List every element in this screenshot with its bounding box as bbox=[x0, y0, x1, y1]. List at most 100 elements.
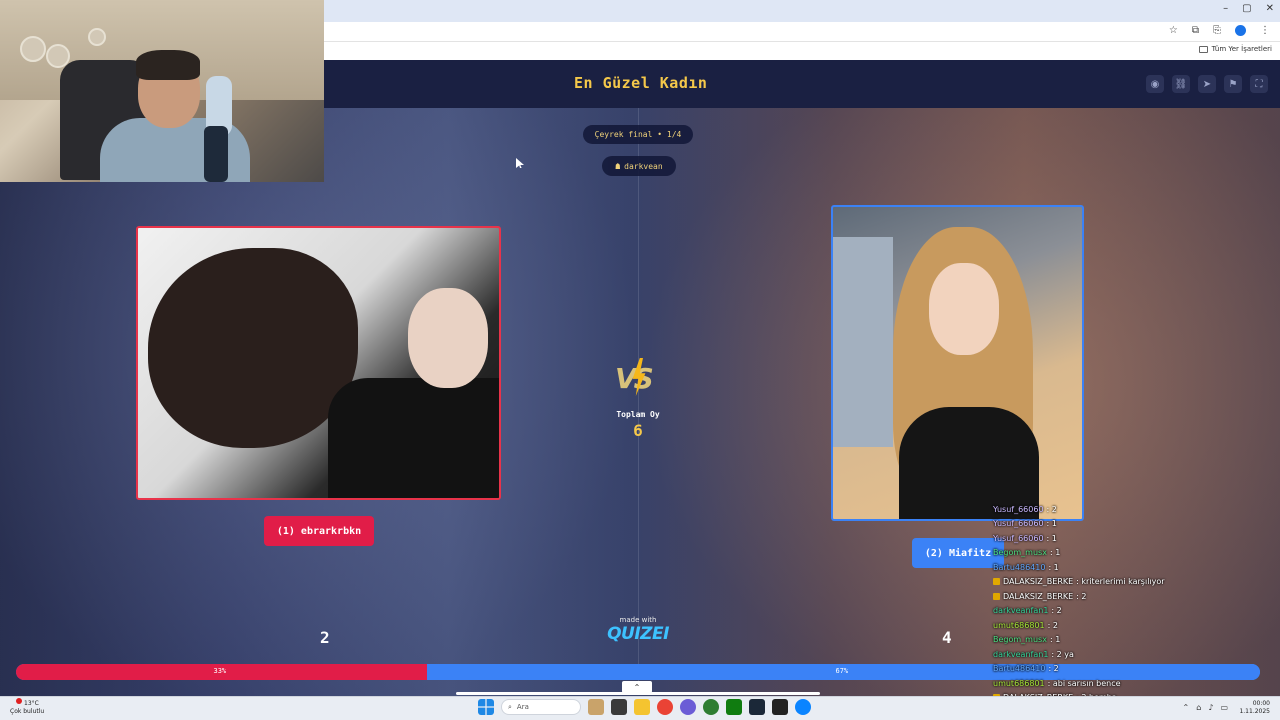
chat-message: Begom_musx: 1 bbox=[993, 546, 1173, 561]
center-divider bbox=[638, 108, 639, 688]
chat-username[interactable]: darkveanfan1 bbox=[993, 650, 1048, 659]
maximize-button[interactable]: ▢ bbox=[1242, 3, 1251, 14]
profile-avatar[interactable] bbox=[1235, 25, 1246, 36]
bookmark-star-icon[interactable]: ☆ bbox=[1169, 25, 1178, 36]
chat-text: : 2 ya bbox=[1051, 649, 1074, 659]
all-bookmarks-button[interactable]: Tüm Yer İşaretleri bbox=[1198, 45, 1272, 53]
weather-temp: 13°C bbox=[24, 700, 39, 707]
clock-date: 1.11.2025 bbox=[1239, 708, 1270, 715]
chat-username[interactable]: Yusuf_66060 bbox=[993, 534, 1044, 543]
chat-message: Bartu486410: 2 bbox=[993, 662, 1173, 677]
score-right: 4 bbox=[942, 628, 952, 647]
chat-text: : 2 bbox=[1048, 664, 1059, 674]
chat-username[interactable]: Begom_musx bbox=[993, 635, 1047, 644]
browser-titlebar: – ▢ ✕ bbox=[324, 0, 1280, 22]
subscriber-badge-icon bbox=[993, 592, 1000, 600]
chat-username[interactable]: Yusuf_66060 bbox=[993, 519, 1044, 528]
chat-username[interactable]: DALAKSIZ_BERKE bbox=[1003, 592, 1073, 601]
chat-message: Bartu486410: 1 bbox=[993, 560, 1173, 575]
chrome-icon[interactable] bbox=[657, 699, 673, 715]
clock[interactable]: 00:00 1.11.2025 bbox=[1239, 700, 1270, 716]
chat-username[interactable]: umut686801 bbox=[993, 679, 1045, 688]
eye-icon[interactable]: ◉ bbox=[1146, 75, 1164, 93]
chat-text: : 2 bbox=[1047, 620, 1058, 630]
quizei-logo[interactable]: QUIZEI bbox=[604, 624, 672, 644]
address-bar[interactable]: ☆ ⧉ ⎘ ⋮ bbox=[324, 22, 1280, 42]
photo-window bbox=[833, 237, 893, 447]
file-explorer-icon[interactable] bbox=[634, 699, 650, 715]
task-view-icon[interactable] bbox=[611, 699, 627, 715]
battery-icon[interactable]: ▭ bbox=[1220, 703, 1228, 712]
menu-kebab-icon[interactable]: ⋮ bbox=[1260, 25, 1270, 36]
microphone bbox=[204, 126, 228, 182]
send-icon[interactable]: ➤ bbox=[1198, 75, 1216, 93]
widgets-icon[interactable] bbox=[588, 699, 604, 715]
author-badge[interactable]: ☗ darkvean bbox=[602, 156, 676, 176]
chat-username[interactable]: Bartu486410 bbox=[993, 664, 1045, 673]
xbox-icon[interactable] bbox=[726, 699, 742, 715]
vote-percent-left: 33% bbox=[213, 667, 227, 675]
subscriber-badge-icon bbox=[993, 578, 1000, 586]
chevron-up-icon[interactable]: ⌃ bbox=[622, 681, 652, 693]
clock-time: 00:00 bbox=[1252, 700, 1270, 707]
app-header bbox=[324, 60, 1280, 108]
link-icon[interactable]: ⛓ bbox=[1172, 75, 1190, 93]
chat-message: DALAKSIZ_BERKE: 2 bbox=[993, 589, 1173, 604]
chat-text: : 2 bbox=[1046, 504, 1057, 514]
cast-icon[interactable]: ⎘ bbox=[1213, 25, 1221, 36]
window-controls: – ▢ ✕ bbox=[1223, 3, 1274, 14]
chat-text: : 1 bbox=[1046, 519, 1057, 529]
chat-text: : 1 bbox=[1048, 562, 1059, 572]
chat-text: : 1 bbox=[1046, 533, 1057, 543]
wall-decor-circle bbox=[20, 36, 46, 62]
chat-username[interactable]: darkveanfan1 bbox=[993, 606, 1048, 615]
chat-message: Yusuf_66060: 2 bbox=[993, 502, 1173, 517]
chat-username[interactable]: Bartu486410 bbox=[993, 563, 1045, 572]
steam-icon[interactable] bbox=[749, 699, 765, 715]
search-placeholder: Ara bbox=[516, 703, 529, 711]
chat-username[interactable]: DALAKSIZ_BERKE bbox=[1003, 577, 1073, 586]
chat-message: darkveanfan1: 2 bbox=[993, 604, 1173, 619]
bookmarks-bar: Tüm Yer İşaretleri bbox=[324, 42, 1280, 60]
chat-text: : 1 bbox=[1049, 635, 1061, 645]
epic-games-icon[interactable] bbox=[772, 699, 788, 715]
flag-icon[interactable]: ⚑ bbox=[1224, 75, 1242, 93]
chat-text: : kriterlerimi karşılıyor bbox=[1076, 577, 1165, 587]
chat-text: : 1 bbox=[1049, 548, 1061, 558]
chat-message: Begom_musx: 1 bbox=[993, 633, 1173, 648]
chat-message: DALAKSIZ_BERKE: kriterlerimi karşılıyor bbox=[993, 575, 1173, 590]
edge-icon[interactable] bbox=[795, 699, 811, 715]
author-name: darkvean bbox=[624, 161, 663, 171]
weather-widget[interactable]: 13°C Çok bulutlu bbox=[10, 700, 44, 716]
contestant-left-image[interactable] bbox=[136, 226, 501, 500]
chat-message: umut686801: abi sarısın bence bbox=[993, 676, 1173, 691]
obs-icon[interactable] bbox=[703, 699, 719, 715]
contestant-right-image[interactable] bbox=[831, 205, 1084, 521]
network-icon[interactable]: ⌂ bbox=[1196, 703, 1201, 712]
round-badge: Çeyrek final • 1/4 bbox=[583, 125, 693, 144]
taskbar-apps: ⌕ Ara bbox=[478, 699, 811, 715]
chat-username[interactable]: Begom_musx bbox=[993, 548, 1047, 557]
fullscreen-icon[interactable]: ⛶ bbox=[1250, 75, 1268, 93]
windows-start-icon[interactable] bbox=[478, 699, 494, 715]
taskbar-search[interactable]: ⌕ Ara bbox=[501, 699, 581, 715]
chat-username[interactable]: umut686801 bbox=[993, 621, 1045, 630]
close-button[interactable]: ✕ bbox=[1266, 3, 1274, 14]
discord-icon[interactable] bbox=[680, 699, 696, 715]
minimize-button[interactable]: – bbox=[1223, 3, 1228, 14]
volume-icon[interactable]: ♪ bbox=[1208, 703, 1213, 712]
weather-desc: Çok bulutlu bbox=[10, 708, 45, 715]
screen: – ▢ ✕ ☆ ⧉ ⎘ ⋮ Tüm Yer İşaretleri En Güze… bbox=[0, 0, 1280, 720]
chat-text: : 2 bbox=[1076, 591, 1087, 601]
contestant-left-button[interactable]: (1) ebrarkrbkn bbox=[264, 516, 374, 546]
extensions-icon[interactable]: ⧉ bbox=[1192, 25, 1199, 36]
chat-username[interactable]: Yusuf_66060 bbox=[993, 505, 1044, 514]
header-actions: ◉ ⛓ ➤ ⚑ ⛶ bbox=[1146, 75, 1268, 93]
contestant-right-button[interactable]: (2) Miafitz bbox=[912, 538, 1004, 568]
chevron-up-tray-icon[interactable]: ⌃ bbox=[1183, 703, 1190, 712]
photo-face bbox=[408, 288, 488, 388]
all-bookmarks-label: Tüm Yer İşaretleri bbox=[1211, 45, 1272, 53]
photo-body bbox=[328, 378, 499, 498]
chat-overlay: Yusuf_66060: 2 Yusuf_66060: 1 Yusuf_66060:… bbox=[993, 502, 1173, 720]
vs-badge: VS bbox=[613, 358, 663, 398]
